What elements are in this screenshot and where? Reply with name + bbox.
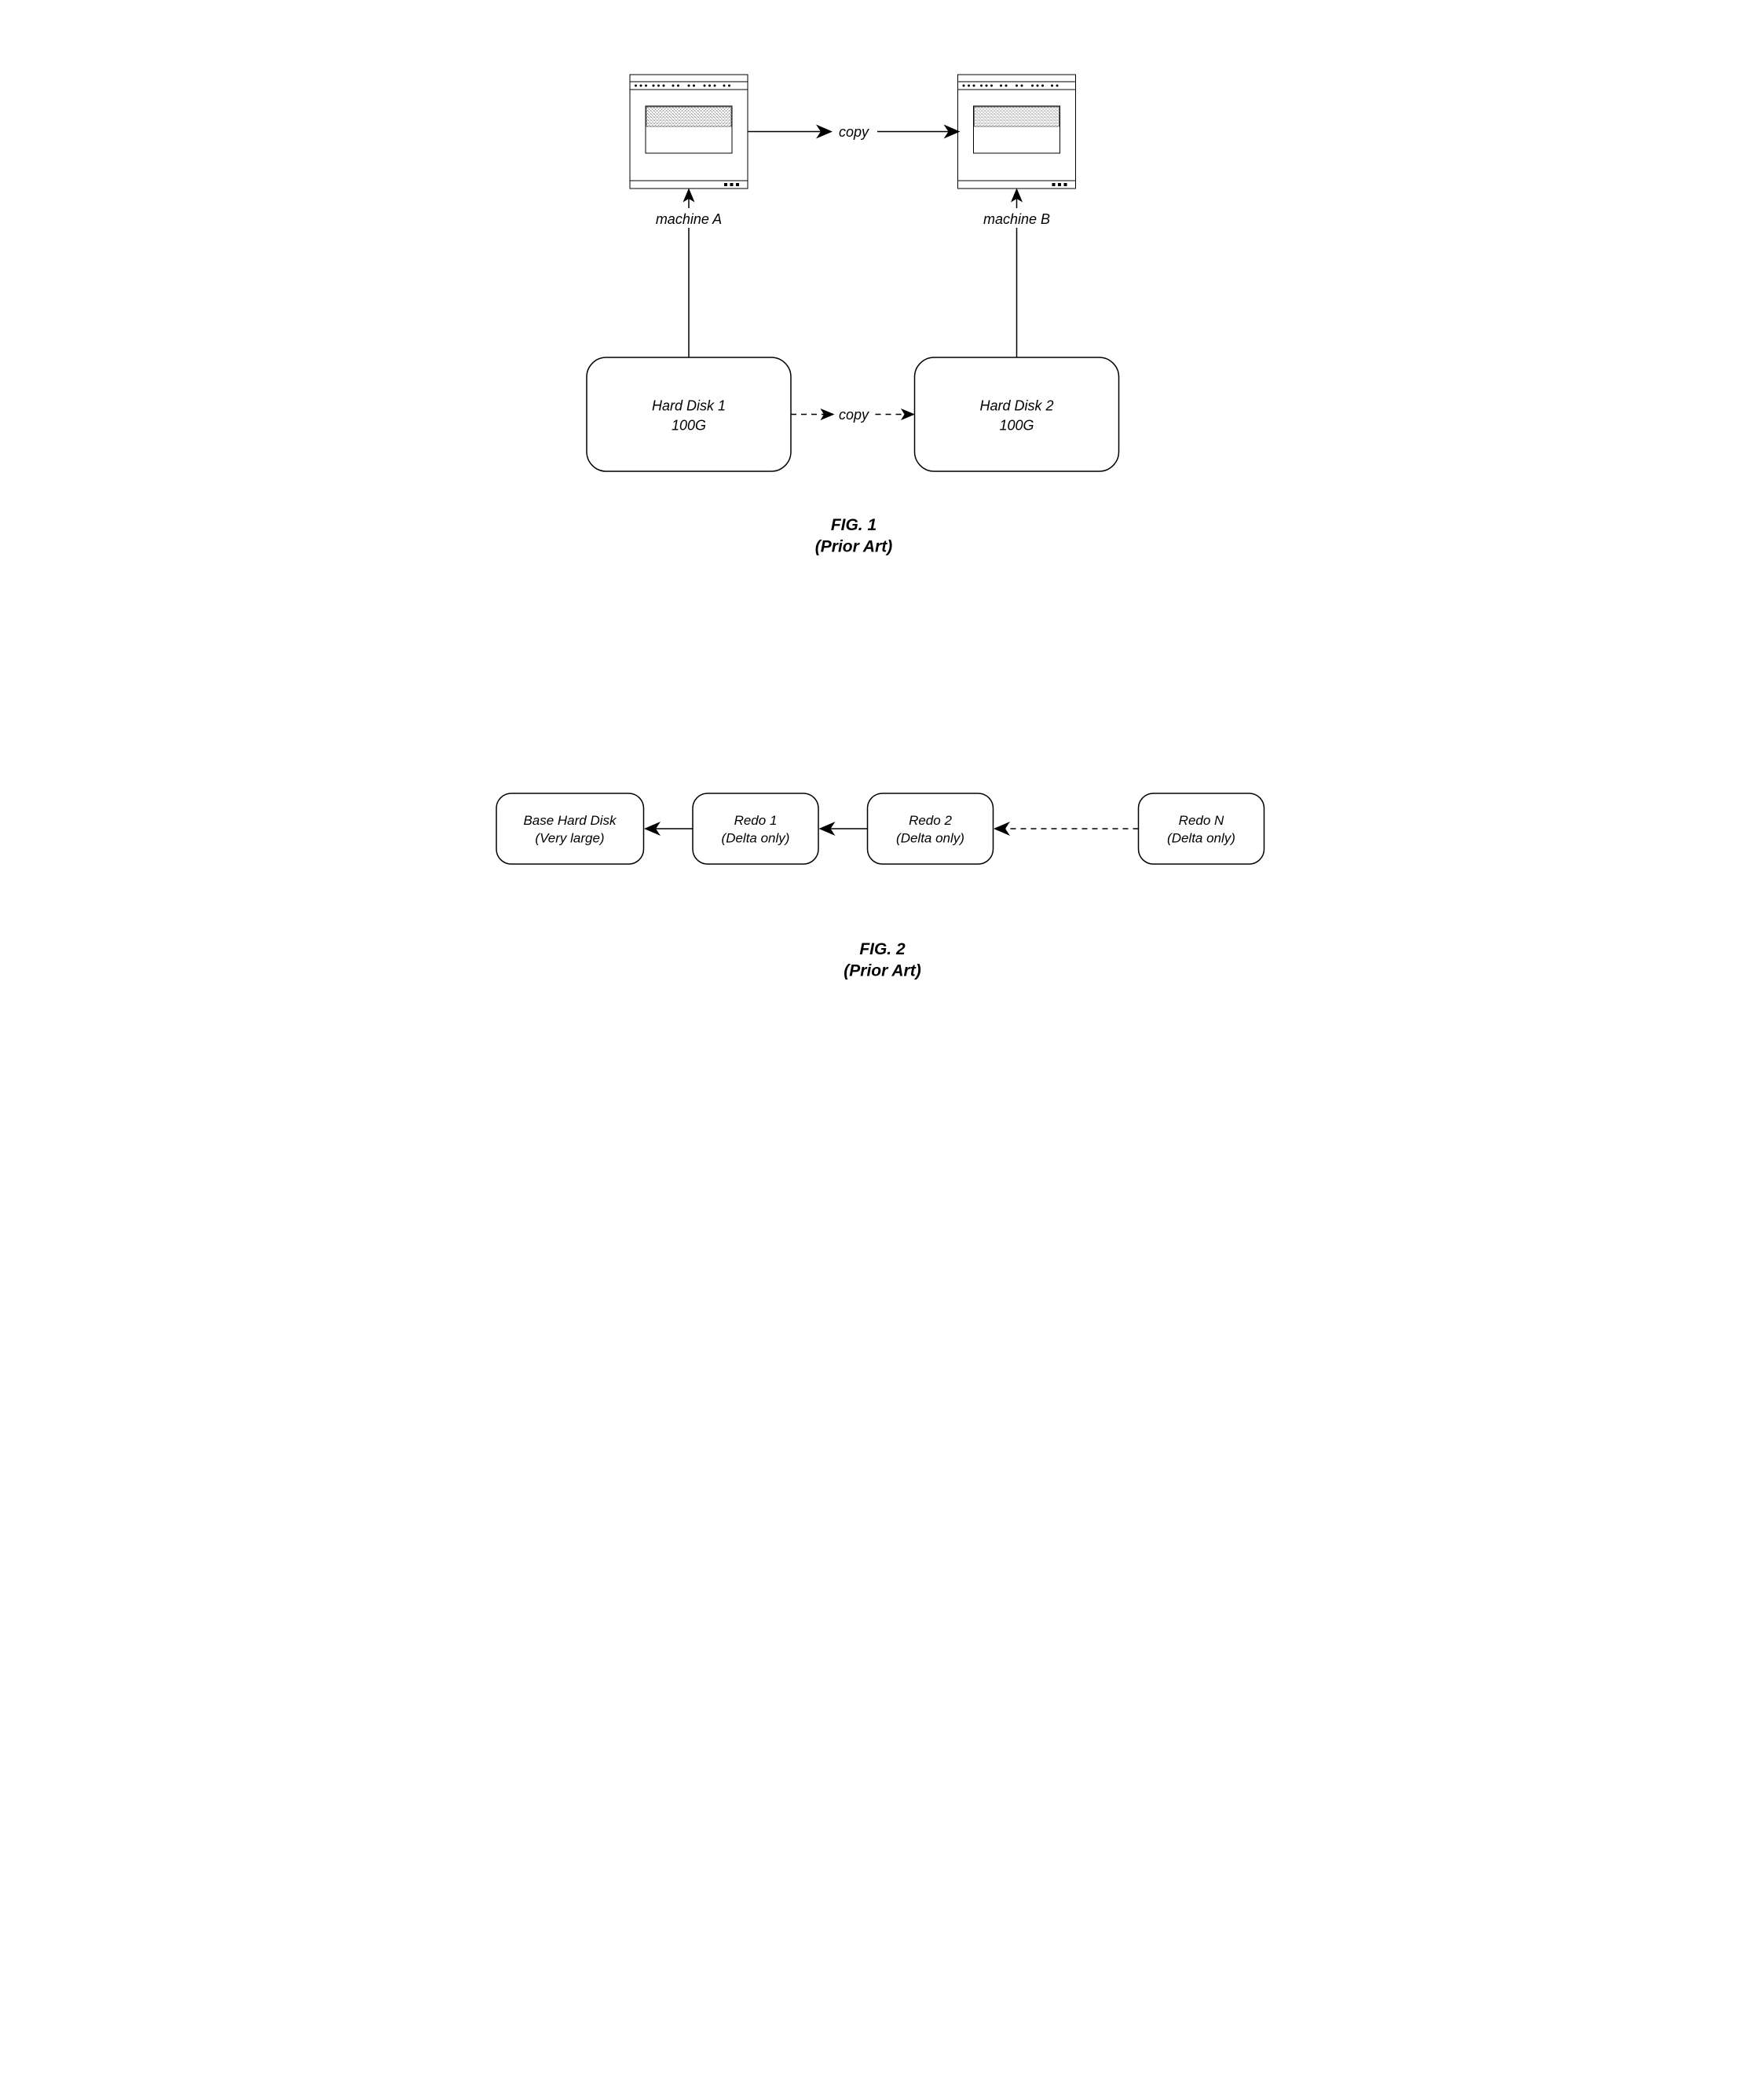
machine-a-icon [630,75,748,189]
machine-b-icon [957,75,1075,189]
hard-disk-2 [914,357,1118,471]
machine-b-label: machine B [983,211,1049,227]
copy-label-top: copy [838,124,869,140]
box2-l1: Redo 1 [734,813,777,828]
copy-label-mid: copy [838,407,869,423]
hard-disk-1 [587,357,791,471]
redo-n [1138,793,1264,864]
box4-l1: Redo N [1178,813,1224,828]
machine-a-label: machine A [655,211,721,227]
figure-1: copy machine A machine B Hard Disk 1 100… [587,75,1119,556]
fig1-caption-1: FIG. 1 [830,516,876,534]
box2-l2: (Delta only) [721,831,789,846]
box3-l2: (Delta only) [896,831,964,846]
redo-2 [867,793,993,864]
disk2-line2: 100G [999,418,1034,434]
disk1-line2: 100G [671,418,705,434]
box3-l1: Redo 2 [909,813,952,828]
base-hard-disk [496,793,644,864]
redo-1 [693,793,818,864]
diagram-root: copy machine A machine B Hard Disk 1 100… [441,31,1323,1071]
fig2-caption-1: FIG. 2 [859,940,906,958]
box4-l2: (Delta only) [1167,831,1235,846]
disk2-line1: Hard Disk 2 [979,398,1053,414]
fig1-caption-2: (Prior Art) [814,538,891,556]
disk1-line1: Hard Disk 1 [651,398,725,414]
box1-l2: (Very large) [535,831,604,846]
figure-2: Base Hard Disk (Very large) Redo 1 (Delt… [496,793,1264,980]
fig2-caption-2: (Prior Art) [844,962,920,980]
box1-l1: Base Hard Disk [523,813,617,828]
